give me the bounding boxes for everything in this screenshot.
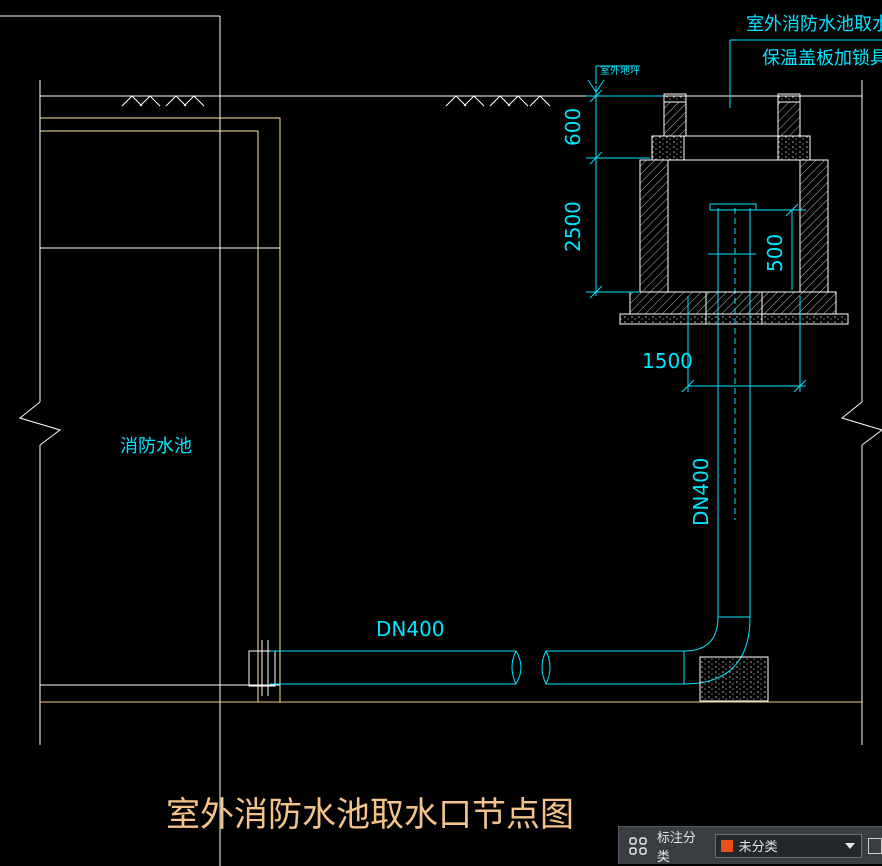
- vertical-pipe: [708, 203, 757, 618]
- pool-wall: [40, 117, 281, 702]
- pipe-label-vertical: DN400: [689, 457, 713, 526]
- ground-label: 室外地坪: [600, 64, 640, 77]
- dimension-600: 600: [561, 108, 585, 146]
- dimension-1500: 1500: [642, 349, 693, 373]
- category-selected-value: 未分类: [738, 840, 778, 855]
- dimension-500: 500: [763, 234, 787, 272]
- annotation-category-label: 标注分类: [656, 830, 696, 865]
- elbow-support: [699, 656, 769, 702]
- dimension-lines: [586, 39, 882, 393]
- dimension-2500: 2500: [561, 201, 585, 252]
- category-color-swatch: [720, 839, 733, 852]
- intake-chamber: [619, 93, 849, 325]
- pool-label: 消防水池: [120, 436, 192, 457]
- drawing-title: 室外消防水池取水口节点图: [166, 795, 574, 835]
- grid-icon-glyph: [629, 836, 647, 855]
- ground-line: [40, 95, 862, 107]
- copy-icon[interactable]: [868, 837, 882, 854]
- pipe-label-horizontal: DN400: [376, 617, 445, 641]
- excavation-boundaries: [18, 80, 882, 745]
- annotation-toolbar: 标注分类 未分类: [618, 826, 882, 865]
- horizontal-pipe: [248, 616, 751, 696]
- callout-line1: 室外消防水池取水口: [746, 14, 882, 35]
- cad-drawing: 消防水池 室外消防水池取水口 保温盖板加锁具 室外地坪 600 2500 500…: [0, 14, 882, 866]
- callout-line2: 保温盖板加锁具: [762, 48, 882, 69]
- chevron-down-icon: [845, 842, 856, 849]
- annotation-category-select[interactable]: 未分类: [714, 833, 863, 858]
- grid-icon[interactable]: [623, 831, 653, 861]
